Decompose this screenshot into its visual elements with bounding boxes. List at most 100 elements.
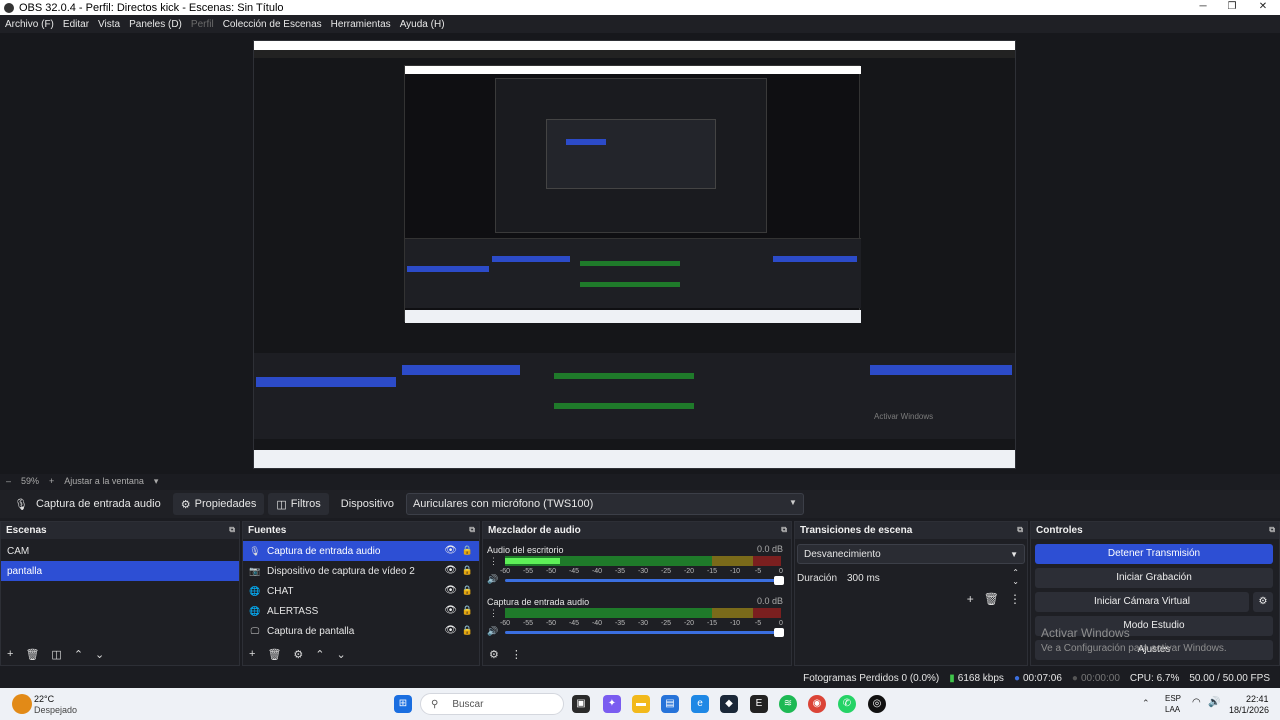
clock-time[interactable]: 22:41 — [1246, 694, 1269, 704]
spotify-icon[interactable]: ≋ — [779, 695, 797, 713]
start-recording-button[interactable]: Iniciar Grabación — [1035, 568, 1273, 588]
transition-select[interactable]: Desvanecimiento ▼ — [797, 544, 1025, 564]
virtual-camera-settings-button[interactable]: ⚙ — [1253, 592, 1273, 612]
menu-ayuda[interactable]: Ayuda (H) — [400, 19, 445, 30]
wifi-icon[interactable]: ◠ — [1192, 697, 1201, 708]
duration-spinbox[interactable]: 300 ms ⌃ ⌄ — [841, 568, 1025, 588]
trash-icon[interactable]: 🗑 — [984, 592, 999, 606]
source-item-label: Captura de entrada audio — [267, 545, 381, 557]
arrow-down-icon[interactable]: ⌄ — [95, 648, 104, 661]
eye-icon[interactable]: 👁 — [444, 625, 457, 636]
windows-start-icon[interactable]: ⊞ — [394, 695, 412, 713]
taskbar-search[interactable]: ⚲ Buscar — [420, 693, 564, 715]
lock-icon[interactable]: 🔒 — [462, 565, 473, 576]
add-icon[interactable]: + — [7, 648, 13, 661]
source-item[interactable]: 📷 Dispositivo de captura de vídeo 2 👁 🔒 — [243, 561, 479, 581]
mixer-settings-icon[interactable]: ⚙ — [489, 648, 499, 661]
chrome-icon[interactable]: ◉ — [808, 695, 826, 713]
meter-tick-label: -35 — [614, 620, 626, 627]
eye-icon[interactable]: 👁 — [444, 545, 457, 556]
source-item[interactable]: 🖵 Captura de pantalla 👁 🔒 — [243, 621, 479, 641]
trash-icon[interactable]: 🗑 — [267, 648, 281, 661]
lock-icon[interactable]: 🔒 — [462, 625, 473, 636]
lock-icon[interactable]: 🔒 — [462, 585, 473, 596]
source-item[interactable]: 🌐 CHAT 👁 🔒 — [243, 581, 479, 601]
edge-icon[interactable]: e — [691, 695, 709, 713]
menu-vista[interactable]: Vista — [98, 19, 120, 30]
lock-icon[interactable]: 🔒 — [462, 545, 473, 556]
menu-herramientas[interactable]: Herramientas — [331, 19, 391, 30]
minimize-button[interactable]: ─ — [1190, 0, 1216, 15]
fit-window-dropdown[interactable]: Ajustar a la ventana — [64, 476, 144, 486]
volume-icon[interactable]: 🔊 — [1208, 697, 1220, 708]
properties-button[interactable]: ⚙ Propiedades — [172, 493, 265, 515]
filters-button[interactable]: ◫ Filtros — [268, 493, 329, 515]
keyboard-layout[interactable]: LAA — [1165, 705, 1180, 714]
scene-item[interactable]: CAM — [1, 541, 239, 561]
volume-slider[interactable] — [505, 628, 784, 637]
whatsapp-icon[interactable]: ✆ — [838, 695, 856, 713]
close-button[interactable]: ✕ — [1250, 0, 1276, 15]
menu-perfil[interactable]: Perfil — [191, 19, 214, 30]
steam-icon[interactable]: ◆ — [720, 695, 738, 713]
trash-icon[interactable]: 🗑 — [25, 648, 39, 661]
volume-slider-handle[interactable] — [774, 628, 784, 637]
obs-taskbar-icon[interactable]: ◎ — [868, 695, 886, 713]
more-options-icon[interactable]: ⋮ — [489, 556, 498, 567]
source-item[interactable]: 🎙 Captura de entrada audio 👁 🔒 — [243, 541, 479, 561]
zoom-out-button[interactable]: – — [6, 476, 11, 486]
arrow-up-icon[interactable]: ⌃ — [74, 648, 83, 661]
preview-canvas[interactable]: Activar Windows — [0, 33, 1280, 474]
arrow-down-icon[interactable]: ⌄ — [337, 648, 346, 661]
more-options-icon[interactable]: ⋮ — [489, 608, 498, 619]
eye-icon[interactable]: 👁 — [444, 605, 457, 616]
menu-archivo[interactable]: Archivo (F) — [5, 19, 54, 30]
arrow-up-icon[interactable]: ⌃ — [315, 648, 324, 661]
more-options-icon[interactable]: ⋮ — [511, 648, 522, 661]
weather-temp[interactable]: 22°C — [34, 694, 54, 704]
dock-float-icon[interactable]: ⧉ — [781, 525, 787, 535]
menu-paneles[interactable]: Paneles (D) — [129, 19, 182, 30]
eye-icon[interactable]: 👁 — [444, 585, 457, 596]
lock-icon[interactable]: 🔒 — [462, 605, 473, 616]
dock-float-icon[interactable]: ⧉ — [1269, 525, 1275, 535]
task-view-icon[interactable]: ▣ — [572, 695, 590, 713]
weather-desc[interactable]: Despejado — [34, 705, 77, 715]
add-icon[interactable]: + — [967, 592, 974, 606]
volume-slider-handle[interactable] — [774, 576, 784, 585]
start-virtual-camera-button[interactable]: Iniciar Cámara Virtual — [1035, 592, 1249, 612]
epic-games-icon[interactable]: E — [750, 695, 768, 713]
menu-coleccion-escenas[interactable]: Colección de Escenas — [223, 19, 322, 30]
file-explorer-icon[interactable]: ▬ — [632, 695, 650, 713]
eye-icon[interactable]: 👁 — [444, 565, 457, 576]
spin-arrows-icon[interactable]: ⌃ ⌄ — [1012, 568, 1019, 586]
gear-icon[interactable]: ⚙ — [293, 648, 303, 661]
meter-tick-label: -45 — [568, 620, 580, 627]
weather-icon[interactable] — [12, 694, 32, 714]
dock-float-icon[interactable]: ⧉ — [229, 525, 235, 535]
dock-float-icon[interactable]: ⧉ — [1017, 525, 1023, 535]
clock-date[interactable]: 18/1/2026 — [1229, 705, 1269, 715]
store-icon[interactable]: ▤ — [661, 695, 679, 713]
copilot-icon[interactable]: ✦ — [603, 695, 621, 713]
volume-icon[interactable]: 🔊 — [487, 626, 498, 637]
chevron-up-icon[interactable]: ⌃ — [1142, 698, 1150, 709]
dock-float-icon[interactable]: ⧉ — [469, 525, 475, 535]
source-item-label: CHAT — [267, 585, 294, 597]
zoom-in-button[interactable]: + — [49, 476, 54, 486]
source-item[interactable]: 🌐 ALERTASS 👁 🔒 — [243, 601, 479, 621]
device-select[interactable]: Auriculares con micrófono (TWS100) ▼ — [405, 493, 804, 515]
filter-icon[interactable]: ◫ — [51, 648, 61, 661]
add-icon[interactable]: + — [249, 648, 255, 661]
volume-slider[interactable] — [505, 576, 784, 585]
chevron-down-icon[interactable]: ▾ — [154, 476, 159, 487]
maximize-button[interactable]: ❐ — [1219, 0, 1245, 15]
scene-item[interactable]: pantalla — [1, 561, 239, 581]
volume-icon[interactable]: 🔊 — [487, 574, 498, 585]
more-options-icon[interactable]: ⋮ — [1009, 592, 1021, 606]
language-code[interactable]: ESP — [1165, 694, 1181, 703]
stop-stream-button[interactable]: Detener Transmisión — [1035, 544, 1273, 564]
menu-editar[interactable]: Editar — [63, 19, 89, 30]
stream-time: 00:07:06 — [1022, 672, 1062, 684]
globe-icon: 🌐 — [249, 585, 261, 596]
